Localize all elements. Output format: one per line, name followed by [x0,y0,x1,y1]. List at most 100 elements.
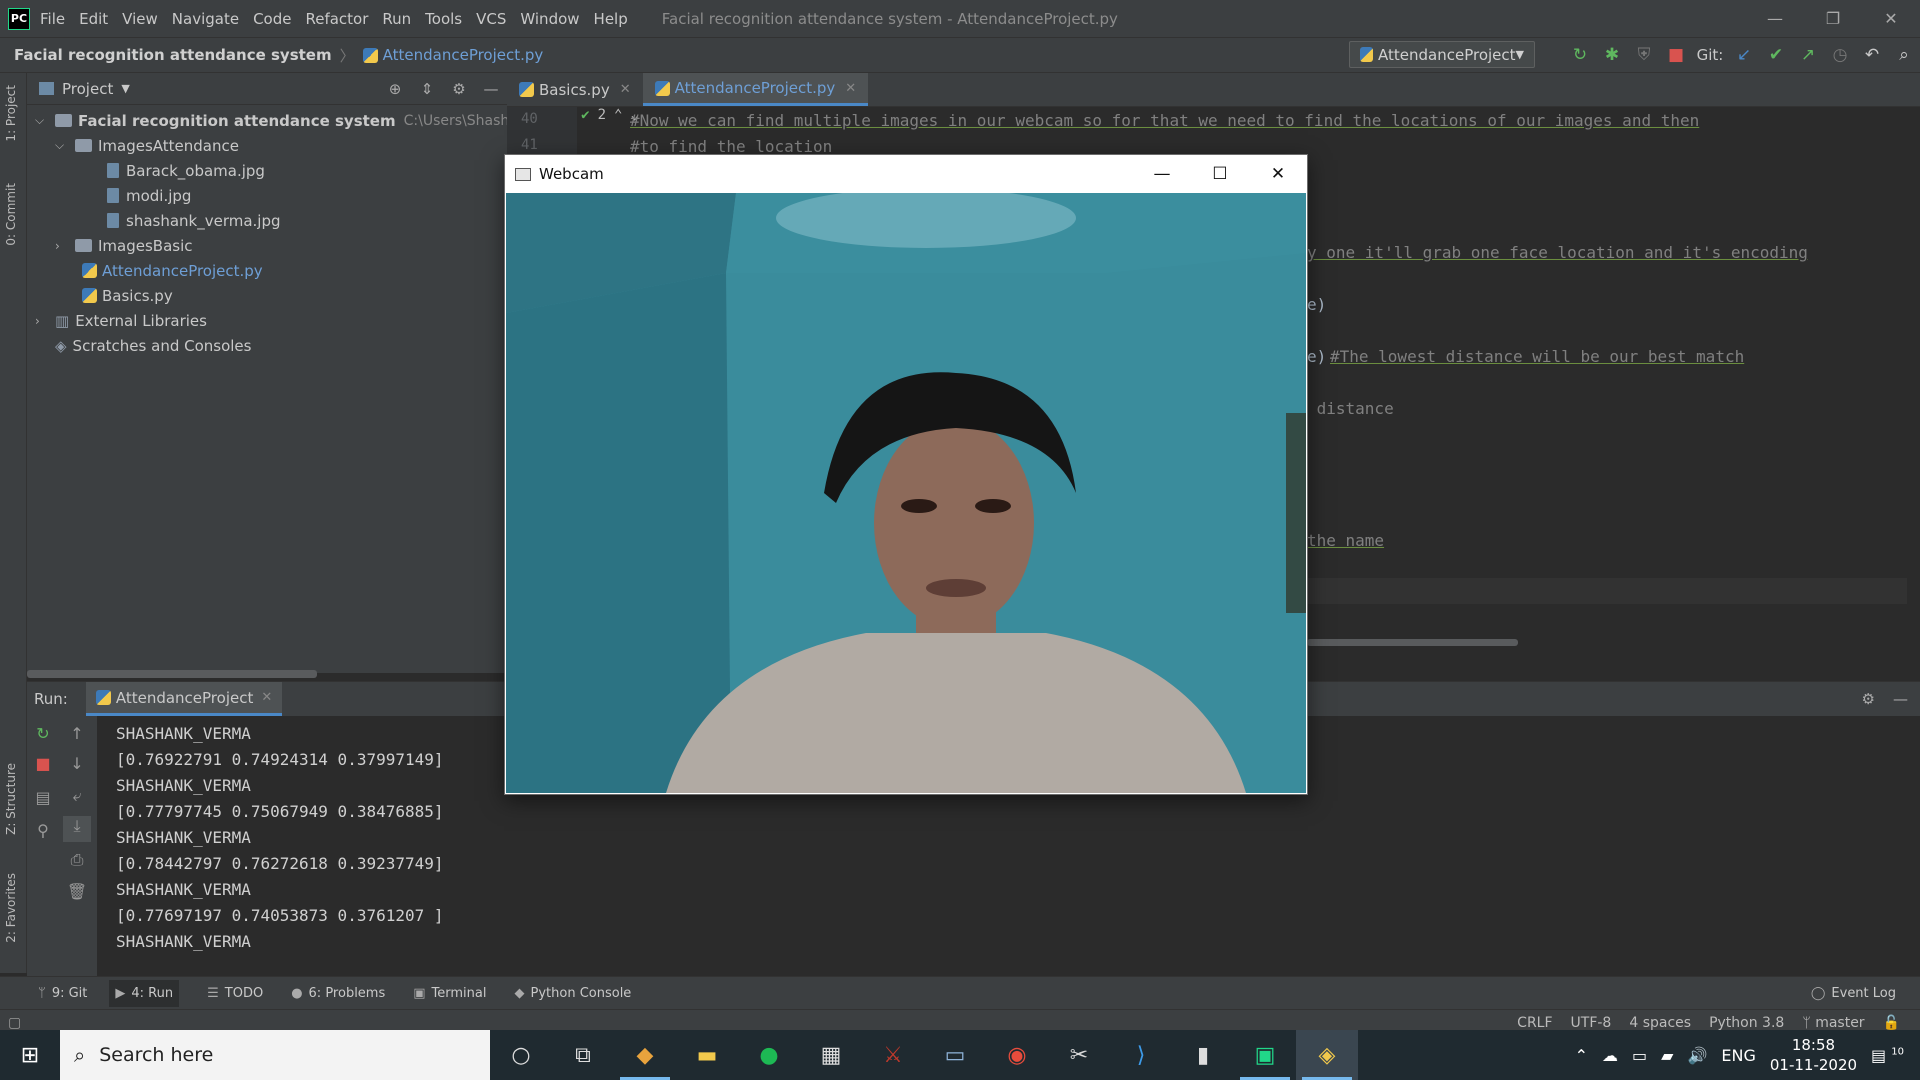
menu-item-code[interactable]: Code [253,10,291,28]
code-line[interactable]: #The lowest distance will be our best ma… [1330,347,1744,366]
tab-event-log[interactable]: ◯ Event Log [1811,986,1896,1001]
tree-external-libraries[interactable]: › ▥ External Libraries [35,308,207,333]
chevron-up-icon[interactable]: ⌃ [1575,1046,1588,1065]
history-icon[interactable]: ◷ [1824,45,1856,65]
cortana-icon[interactable]: ○ [490,1030,552,1080]
run-configuration-select[interactable]: AttendanceProject ▼ [1349,41,1535,68]
file-explorer-icon[interactable]: ▬ [676,1030,738,1080]
git-push-icon[interactable]: ↗ [1792,45,1824,65]
menu-item-tools[interactable]: Tools [425,10,462,28]
network-icon[interactable]: ▭ [1632,1046,1647,1065]
collapse-all-icon[interactable]: ⇕ [411,80,443,98]
minimize-icon[interactable]: — [1133,164,1191,184]
soft-wrap-icon[interactable]: ⤶ [63,786,91,812]
code-line[interactable]: distance [1307,399,1394,418]
restore-icon[interactable]: ❐ [1804,0,1862,37]
tab-problems[interactable]: ● 6: Problems [291,986,385,1001]
rerun-icon[interactable]: ↻ [1564,45,1596,65]
tab-project[interactable]: 1: Project [4,85,18,142]
tab-terminal[interactable]: ▣ Terminal [413,986,486,1001]
predator-icon[interactable]: ⚔ [862,1030,924,1080]
webcam-title-bar[interactable]: Webcam — ☐ ✕ [505,155,1307,193]
layout-icon[interactable]: ▤ [29,788,57,814]
stop-icon[interactable]: ■ [29,754,57,780]
coverage-icon[interactable]: ⛨ [1628,45,1660,65]
hide-panel-icon[interactable]: — [1893,690,1908,708]
code-line[interactable]: e) [1307,347,1326,366]
maximize-icon[interactable]: ☐ [1191,164,1249,184]
lock-icon[interactable]: 🔓 [1883,1015,1900,1031]
task-view-icon[interactable]: ⧉ [552,1030,614,1080]
git-commit-icon[interactable]: ✔ [1760,45,1792,65]
code-line[interactable]: #Now we can find multiple images in our … [630,111,1699,130]
git-update-icon[interactable]: ↙ [1728,45,1760,65]
tab-favorites[interactable]: 2: Favorites [4,873,18,943]
vscode-icon[interactable]: ⟩ [1110,1030,1172,1080]
tree-scratches[interactable]: ◈ Scratches and Consoles [55,333,251,358]
horizontal-scrollbar[interactable] [1307,639,1518,646]
menu-item-refactor[interactable]: Refactor [305,10,368,28]
language-indicator[interactable]: ENG [1721,1046,1755,1065]
tab-git[interactable]: ᛘ 9: Git [38,986,87,1001]
file-encoding[interactable]: UTF-8 [1571,1015,1612,1031]
print-icon[interactable]: ⎙ [63,850,91,876]
line-separator[interactable]: CRLF [1517,1015,1552,1031]
tab-commit[interactable]: 0: Commit [4,183,18,246]
arrow-down-icon[interactable]: ↓ [63,754,91,780]
close-tab-icon[interactable]: ✕ [620,82,631,97]
python-interpreter[interactable]: Python 3.8 [1709,1015,1784,1031]
pycharm-app-icon[interactable]: ▣ [1234,1030,1296,1080]
windows-start-icon[interactable]: ⊞ [0,1043,60,1068]
tree-file[interactable]: shashank_verma.jpg [107,208,281,233]
clock[interactable]: 18:58 01-11-2020 [1770,1035,1857,1075]
close-icon[interactable]: ✕ [1249,164,1307,184]
locate-icon[interactable]: ⊕ [379,80,411,98]
code-line[interactable]: y one it'll grab one face location and i… [1307,243,1808,262]
chevron-down-icon[interactable]: ▼ [121,82,129,95]
tree-file-basics[interactable]: Basics.py [82,283,173,308]
tree-folder-images-basic[interactable]: › ImagesBasic [55,233,193,258]
close-tab-icon[interactable]: ✕ [845,81,856,96]
tree-file[interactable]: Barack_obama.jpg [107,158,265,183]
tab-run[interactable]: ▶ 4: Run [109,979,180,1007]
panel-toggle-icon[interactable]: ▢ [8,1015,21,1031]
tree-file[interactable]: modi.jpg [107,183,191,208]
battery-icon[interactable]: ▰ [1661,1046,1673,1065]
webcam-window[interactable]: Webcam — ☐ ✕ [504,154,1308,795]
chrome-icon[interactable]: ◉ [986,1030,1048,1080]
menu-item-edit[interactable]: Edit [79,10,108,28]
menu-item-view[interactable]: View [122,10,158,28]
snip-icon[interactable]: ✂ [1048,1030,1110,1080]
tree-root[interactable]: ⌵ Facial recognition attendance system C… [35,108,584,133]
close-icon[interactable]: ✕ [1862,0,1920,37]
menu-item-run[interactable]: Run [382,10,411,28]
menu-item-file[interactable]: File [40,10,65,28]
menu-item-vcs[interactable]: VCS [476,10,506,28]
run-tab[interactable]: AttendanceProject ✕ [85,682,283,716]
menu-item-window[interactable]: Window [520,10,579,28]
rollback-icon[interactable]: ↶ [1856,45,1888,65]
rerun-icon[interactable]: ↻ [29,724,57,750]
tab-structure[interactable]: Z: Structure [4,763,18,835]
spotify-icon[interactable]: ● [738,1030,800,1080]
minimize-icon[interactable]: — [1746,0,1804,37]
code-line[interactable]: e) [1307,295,1326,314]
taskbar-search-box[interactable]: ⌕ Search here [60,1030,490,1080]
tab-basics[interactable]: Basics.py ✕ [507,73,643,106]
onedrive-icon[interactable]: ☁ [1602,1046,1618,1065]
arrow-up-icon[interactable]: ↑ [63,724,91,750]
git-app-icon[interactable]: ◆ [614,1030,676,1080]
tree-folder-images-attendance[interactable]: ⌵ ImagesAttendance [55,133,239,158]
tree-file-attendance-project[interactable]: AttendanceProject.py [82,258,263,283]
horizontal-scrollbar[interactable] [27,670,317,678]
breadcrumb-project[interactable]: Facial recognition attendance system [14,46,332,64]
git-branch[interactable]: ᛘ master [1802,1015,1864,1031]
notification-center[interactable]: ▤ 10 [1871,1046,1904,1065]
menu-item-navigate[interactable]: Navigate [172,10,239,28]
project-panel-title[interactable]: Project [62,80,113,98]
tab-attendance-project[interactable]: AttendanceProject.py ✕ [642,73,869,106]
python-app-icon[interactable]: ◈ [1296,1030,1358,1080]
scroll-to-end-icon[interactable]: ⤓ [63,816,91,842]
tab-python-console[interactable]: ◆ Python Console [515,986,632,1001]
menu-item-help[interactable]: Help [594,10,628,28]
